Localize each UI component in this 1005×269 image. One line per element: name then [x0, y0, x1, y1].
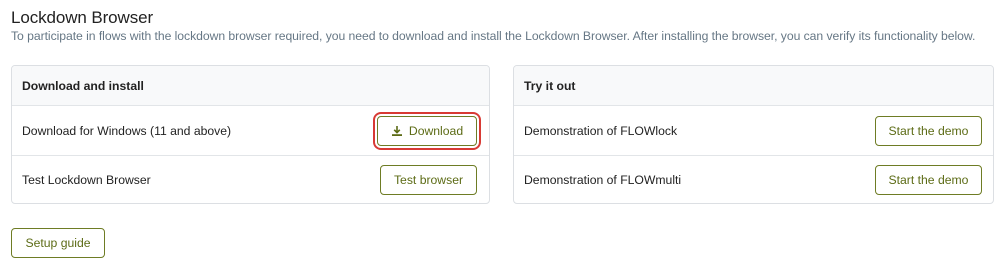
try-it-out-header: Try it out [514, 66, 993, 106]
download-button-label: Download [408, 123, 464, 138]
download-install-card: Download and install Download for Window… [11, 65, 490, 204]
start-flowlock-demo-button[interactable]: Start the demo [875, 115, 982, 146]
test-browser-row: Test Lockdown Browser Test browser [12, 155, 489, 203]
download-windows-label: Download for Windows (11 and above) [22, 123, 232, 138]
flowlock-demo-row: Demonstration of FLOWlock Start the demo [514, 106, 993, 155]
page-title: Lockdown Browser [11, 8, 154, 27]
start-flowmulti-demo-button[interactable]: Start the demo [875, 165, 982, 195]
download-icon [391, 125, 403, 137]
setup-guide-button[interactable]: Setup guide [11, 228, 105, 258]
flowmulti-demo-row: Demonstration of FLOWmulti Start the dem… [514, 155, 993, 203]
flowlock-demo-label: Demonstration of FLOWlock [524, 123, 678, 138]
download-windows-row: Download for Windows (11 and above) Down… [12, 106, 489, 155]
test-browser-button[interactable]: Test browser [380, 165, 477, 195]
flowmulti-demo-label: Demonstration of FLOWmulti [524, 173, 682, 187]
lockdown-browser-page: Lockdown Browser To participate in flows… [0, 0, 1005, 269]
download-button[interactable]: Download [377, 115, 477, 146]
test-browser-label: Test Lockdown Browser [22, 173, 151, 187]
download-install-header: Download and install [12, 66, 489, 106]
page-subtitle: To participate in flows with the lockdow… [11, 29, 976, 43]
try-it-out-card: Try it out Demonstration of FLOWlock Sta… [513, 65, 994, 204]
